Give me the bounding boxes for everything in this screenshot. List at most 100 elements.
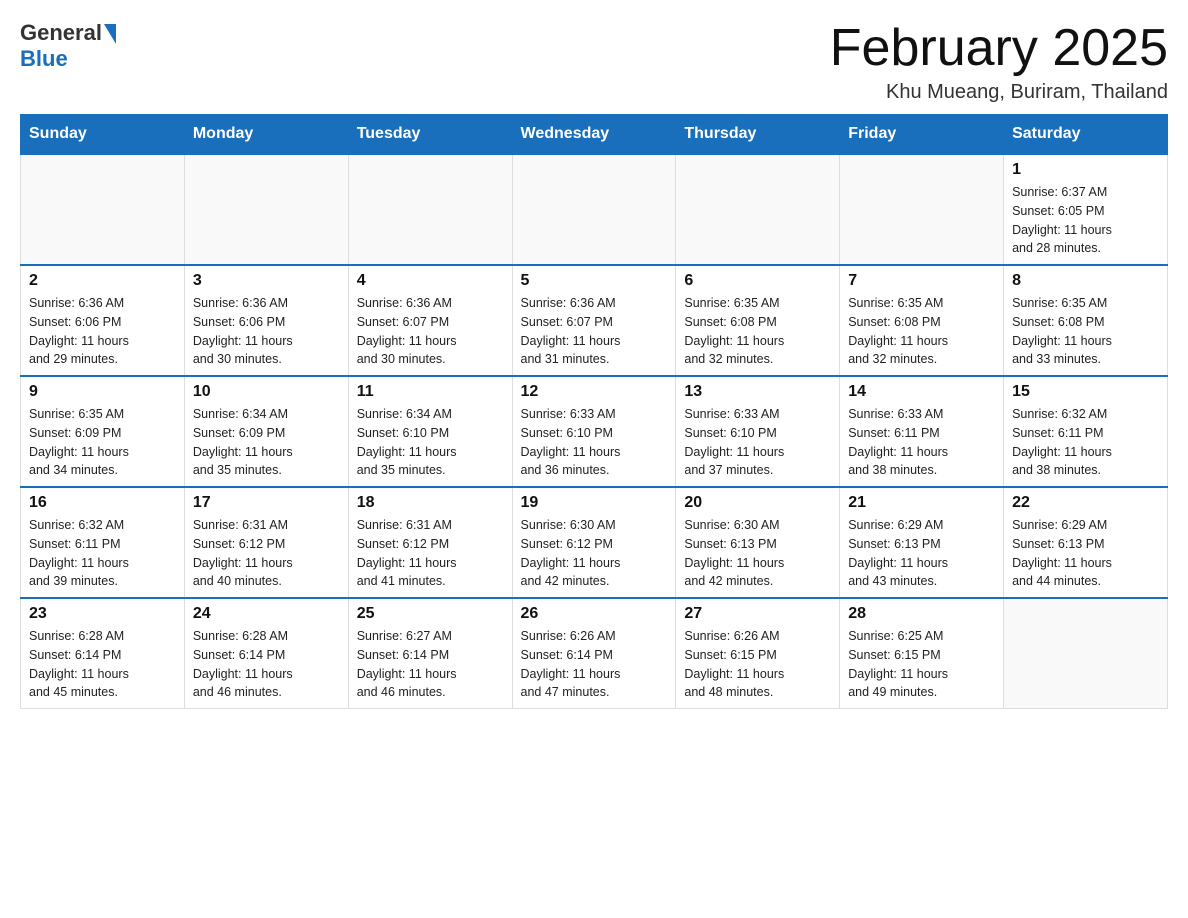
day-info: Sunrise: 6:32 AM Sunset: 6:11 PM Dayligh… xyxy=(29,516,176,591)
day-info: Sunrise: 6:29 AM Sunset: 6:13 PM Dayligh… xyxy=(1012,516,1159,591)
calendar-header-monday: Monday xyxy=(184,115,348,155)
day-number: 10 xyxy=(193,383,340,401)
day-number: 24 xyxy=(193,605,340,623)
day-number: 18 xyxy=(357,494,504,512)
day-info: Sunrise: 6:32 AM Sunset: 6:11 PM Dayligh… xyxy=(1012,405,1159,480)
day-info: Sunrise: 6:36 AM Sunset: 6:07 PM Dayligh… xyxy=(357,294,504,369)
logo-blue-text: Blue xyxy=(20,46,68,72)
calendar-day-cell: 17Sunrise: 6:31 AM Sunset: 6:12 PM Dayli… xyxy=(184,487,348,598)
day-info: Sunrise: 6:37 AM Sunset: 6:05 PM Dayligh… xyxy=(1012,183,1159,258)
day-number: 4 xyxy=(357,272,504,290)
calendar-header-friday: Friday xyxy=(840,115,1004,155)
calendar-day-cell: 26 Sunrise: 6:26 AM Sunset: 6:14 PM Dayli… xyxy=(512,598,676,709)
calendar-day-cell: 25 Sunrise: 6:27 AM Sunset: 6:14 PM Dayli… xyxy=(348,598,512,709)
calendar-day-cell: 7 Sunrise: 6:35 AM Sunset: 6:08 PM Daylig… xyxy=(840,265,1004,376)
calendar-day-cell: 4 Sunrise: 6:36 AM Sunset: 6:07 PM Daylig… xyxy=(348,265,512,376)
day-info: Sunrise: 6:36 AM Sunset: 6:06 PM Dayligh… xyxy=(193,294,340,369)
calendar-header-sunday: Sunday xyxy=(21,115,185,155)
day-number: 26 xyxy=(521,605,668,623)
calendar-day-cell: 16 Sunrise: 6:32 AM Sunset: 6:11 PM Dayli… xyxy=(21,487,185,598)
logo-general-text: General xyxy=(20,20,102,46)
day-number: 22 xyxy=(1012,494,1159,512)
calendar-day-cell: 18 Sunrise: 6:31 AM Sunset: 6:12 PM Dayli… xyxy=(348,487,512,598)
day-info: Sunrise: 6:36 AM Sunset: 6:07 PM Dayligh… xyxy=(521,294,668,369)
calendar-week-row: 2Sunrise: 6:36 AM Sunset: 6:06 PM Daylig… xyxy=(21,265,1168,376)
calendar-week-row: 1 Sunrise: 6:37 AM Sunset: 6:05 PM Daylig… xyxy=(21,154,1168,265)
day-number: 17 xyxy=(193,494,340,512)
calendar-day-cell: 20 Sunrise: 6:30 AM Sunset: 6:13 PM Dayli… xyxy=(676,487,840,598)
calendar-week-row: 16 Sunrise: 6:32 AM Sunset: 6:11 PM Dayli… xyxy=(21,487,1168,598)
day-number: 16 xyxy=(29,494,176,512)
day-number: 13 xyxy=(684,383,831,401)
calendar-day-cell: 15 Sunrise: 6:32 AM Sunset: 6:11 PM Dayli… xyxy=(1004,376,1168,487)
calendar-day-cell xyxy=(512,154,676,265)
calendar-day-cell: 14Sunrise: 6:33 AM Sunset: 6:11 PM Dayli… xyxy=(840,376,1004,487)
day-number: 11 xyxy=(357,383,504,401)
day-number: 27 xyxy=(684,605,831,623)
calendar-day-cell: 11 Sunrise: 6:34 AM Sunset: 6:10 PM Dayli… xyxy=(348,376,512,487)
day-info: Sunrise: 6:30 AM Sunset: 6:12 PM Dayligh… xyxy=(521,516,668,591)
day-info: Sunrise: 6:26 AM Sunset: 6:14 PM Dayligh… xyxy=(521,627,668,702)
logo: General Blue xyxy=(20,20,116,72)
day-info: Sunrise: 6:35 AM Sunset: 6:09 PM Dayligh… xyxy=(29,405,176,480)
calendar-day-cell xyxy=(348,154,512,265)
calendar-day-cell: 9 Sunrise: 6:35 AM Sunset: 6:09 PM Daylig… xyxy=(21,376,185,487)
page-header: General Blue February 2025 Khu Mueang, B… xyxy=(20,20,1168,104)
calendar-day-cell xyxy=(840,154,1004,265)
title-section: February 2025 Khu Mueang, Buriram, Thail… xyxy=(830,20,1168,104)
calendar-day-cell: 28 Sunrise: 6:25 AM Sunset: 6:15 PM Dayli… xyxy=(840,598,1004,709)
calendar-day-cell: 3 Sunrise: 6:36 AM Sunset: 6:06 PM Daylig… xyxy=(184,265,348,376)
calendar-day-cell: 5 Sunrise: 6:36 AM Sunset: 6:07 PM Daylig… xyxy=(512,265,676,376)
day-number: 3 xyxy=(193,272,340,290)
day-info: Sunrise: 6:35 AM Sunset: 6:08 PM Dayligh… xyxy=(1012,294,1159,369)
calendar-header-row: SundayMondayTuesdayWednesdayThursdayFrid… xyxy=(21,115,1168,155)
day-info: Sunrise: 6:28 AM Sunset: 6:14 PM Dayligh… xyxy=(29,627,176,702)
day-info: Sunrise: 6:27 AM Sunset: 6:14 PM Dayligh… xyxy=(357,627,504,702)
day-number: 19 xyxy=(521,494,668,512)
day-number: 21 xyxy=(848,494,995,512)
calendar-day-cell: 22 Sunrise: 6:29 AM Sunset: 6:13 PM Dayli… xyxy=(1004,487,1168,598)
day-info: Sunrise: 6:26 AM Sunset: 6:15 PM Dayligh… xyxy=(684,627,831,702)
day-number: 1 xyxy=(1012,161,1159,179)
day-info: Sunrise: 6:34 AM Sunset: 6:10 PM Dayligh… xyxy=(357,405,504,480)
calendar-day-cell: 21 Sunrise: 6:29 AM Sunset: 6:13 PM Dayli… xyxy=(840,487,1004,598)
calendar-header-saturday: Saturday xyxy=(1004,115,1168,155)
day-info: Sunrise: 6:30 AM Sunset: 6:13 PM Dayligh… xyxy=(684,516,831,591)
day-info: Sunrise: 6:28 AM Sunset: 6:14 PM Dayligh… xyxy=(193,627,340,702)
day-info: Sunrise: 6:33 AM Sunset: 6:11 PM Dayligh… xyxy=(848,405,995,480)
calendar-header-tuesday: Tuesday xyxy=(348,115,512,155)
calendar-day-cell: 10 Sunrise: 6:34 AM Sunset: 6:09 PM Dayli… xyxy=(184,376,348,487)
day-number: 23 xyxy=(29,605,176,623)
day-info: Sunrise: 6:33 AM Sunset: 6:10 PM Dayligh… xyxy=(684,405,831,480)
day-number: 6 xyxy=(684,272,831,290)
day-info: Sunrise: 6:25 AM Sunset: 6:15 PM Dayligh… xyxy=(848,627,995,702)
day-number: 12 xyxy=(521,383,668,401)
day-number: 7 xyxy=(848,272,995,290)
day-number: 8 xyxy=(1012,272,1159,290)
calendar-day-cell: 6 Sunrise: 6:35 AM Sunset: 6:08 PM Daylig… xyxy=(676,265,840,376)
day-info: Sunrise: 6:29 AM Sunset: 6:13 PM Dayligh… xyxy=(848,516,995,591)
calendar-day-cell xyxy=(676,154,840,265)
calendar-day-cell: 2Sunrise: 6:36 AM Sunset: 6:06 PM Daylig… xyxy=(21,265,185,376)
day-info: Sunrise: 6:35 AM Sunset: 6:08 PM Dayligh… xyxy=(684,294,831,369)
day-info: Sunrise: 6:36 AM Sunset: 6:06 PM Dayligh… xyxy=(29,294,176,369)
calendar-day-cell xyxy=(21,154,185,265)
day-info: Sunrise: 6:35 AM Sunset: 6:08 PM Dayligh… xyxy=(848,294,995,369)
calendar-day-cell: 12Sunrise: 6:33 AM Sunset: 6:10 PM Dayli… xyxy=(512,376,676,487)
day-number: 5 xyxy=(521,272,668,290)
day-number: 25 xyxy=(357,605,504,623)
calendar-day-cell: 8 Sunrise: 6:35 AM Sunset: 6:08 PM Daylig… xyxy=(1004,265,1168,376)
day-number: 9 xyxy=(29,383,176,401)
month-title: February 2025 xyxy=(830,20,1168,77)
calendar-day-cell: 23 Sunrise: 6:28 AM Sunset: 6:14 PM Dayli… xyxy=(21,598,185,709)
calendar-day-cell: 24 Sunrise: 6:28 AM Sunset: 6:14 PM Dayli… xyxy=(184,598,348,709)
calendar-header-wednesday: Wednesday xyxy=(512,115,676,155)
day-info: Sunrise: 6:34 AM Sunset: 6:09 PM Dayligh… xyxy=(193,405,340,480)
day-info: Sunrise: 6:31 AM Sunset: 6:12 PM Dayligh… xyxy=(357,516,504,591)
day-number: 15 xyxy=(1012,383,1159,401)
calendar-day-cell: 1 Sunrise: 6:37 AM Sunset: 6:05 PM Daylig… xyxy=(1004,154,1168,265)
calendar-day-cell: 13 Sunrise: 6:33 AM Sunset: 6:10 PM Dayli… xyxy=(676,376,840,487)
day-number: 20 xyxy=(684,494,831,512)
calendar-week-row: 23 Sunrise: 6:28 AM Sunset: 6:14 PM Dayli… xyxy=(21,598,1168,709)
day-number: 28 xyxy=(848,605,995,623)
